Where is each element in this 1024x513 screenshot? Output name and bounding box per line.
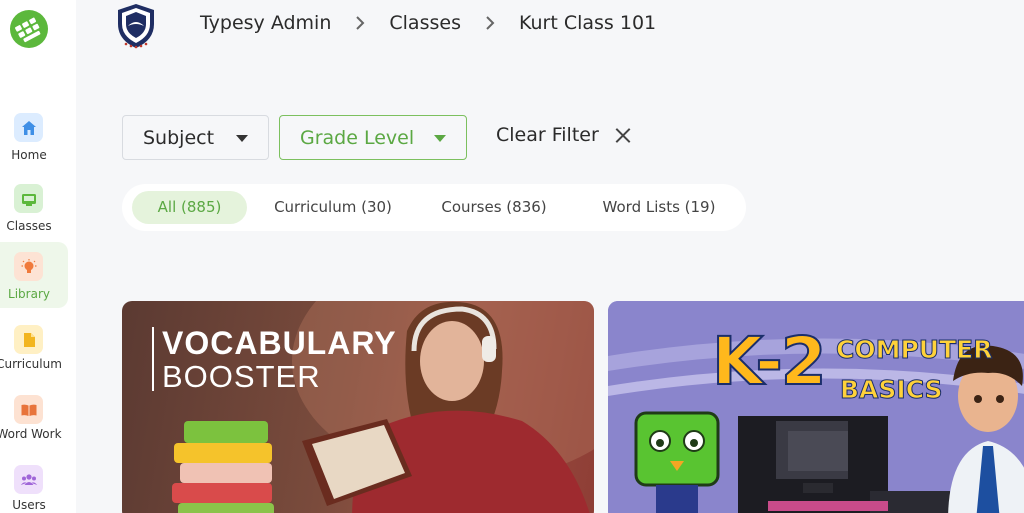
subject-dropdown-label: Subject <box>143 126 215 149</box>
card-title-line1: COMPUTER <box>835 335 993 365</box>
tab-word-lists[interactable]: Word Lists (19) <box>584 191 734 224</box>
tab-curriculum[interactable]: Curriculum (30) <box>257 191 409 224</box>
breadcrumb-item-classes[interactable]: Classes <box>389 12 461 34</box>
sidebar-item-library[interactable]: Library <box>0 242 68 308</box>
card-title-line2: BOOSTER <box>162 359 321 394</box>
app-logo-icon[interactable] <box>8 8 50 50</box>
breadcrumb: Typesy Admin Classes Kurt Class 101 <box>200 12 656 34</box>
shield-crest-logo-icon[interactable] <box>112 2 160 50</box>
title-divider <box>152 327 154 391</box>
tab-all[interactable]: All (885) <box>132 191 247 224</box>
library-card-k2-computer-basics[interactable]: K-2 COMPUTER BASICS <box>608 301 1024 513</box>
close-icon <box>615 127 631 143</box>
caret-down-icon <box>236 135 248 142</box>
card-title-k2: K-2 <box>711 322 828 401</box>
clear-filter-label: Clear Filter <box>496 124 599 146</box>
sidebar-item-word-work[interactable]: Word Work <box>0 386 68 452</box>
sidebar-item-label: Classes <box>6 219 52 233</box>
users-icon <box>14 465 43 494</box>
breadcrumb-item-typesy-admin[interactable]: Typesy Admin <box>200 12 331 34</box>
subject-dropdown[interactable]: Subject <box>122 115 269 160</box>
sidebar-item-label: Home <box>11 148 47 162</box>
content-type-tabs: All (885) Curriculum (30) Courses (836) … <box>122 184 746 231</box>
sidebar-item-label: Library <box>8 287 50 301</box>
classes-board-icon <box>14 184 43 213</box>
open-book-icon <box>14 395 43 424</box>
sidebar-item-classes[interactable]: Classes <box>0 175 68 241</box>
card-title-line2: BASICS <box>840 375 944 405</box>
chevron-right-icon <box>355 16 365 30</box>
grade-level-dropdown[interactable]: Grade Level <box>279 115 467 160</box>
sidebar-item-users[interactable]: Users <box>0 456 68 513</box>
sidebar: Home Classes Library Curriculum Word Wor… <box>0 0 76 513</box>
home-icon <box>14 113 43 142</box>
grade-level-dropdown-label: Grade Level <box>300 126 415 149</box>
tab-courses[interactable]: Courses (836) <box>424 191 564 224</box>
caret-down-icon <box>434 135 446 142</box>
sidebar-item-curriculum[interactable]: Curriculum <box>0 316 68 382</box>
document-icon <box>14 325 43 354</box>
sidebar-item-label: Curriculum <box>0 357 62 371</box>
breadcrumb-item-current-class: Kurt Class 101 <box>518 12 657 34</box>
chevron-right-icon <box>485 16 495 30</box>
sidebar-item-label: Users <box>12 498 46 512</box>
library-card-vocabulary-booster[interactable]: VOCABULARY BOOSTER <box>122 301 594 513</box>
card-title-line1: VOCABULARY <box>162 325 397 361</box>
lightbulb-icon <box>14 252 43 281</box>
sidebar-item-home[interactable]: Home <box>0 104 68 170</box>
sidebar-item-label: Word Work <box>0 427 62 441</box>
clear-filter-button[interactable]: Clear Filter <box>496 124 631 146</box>
